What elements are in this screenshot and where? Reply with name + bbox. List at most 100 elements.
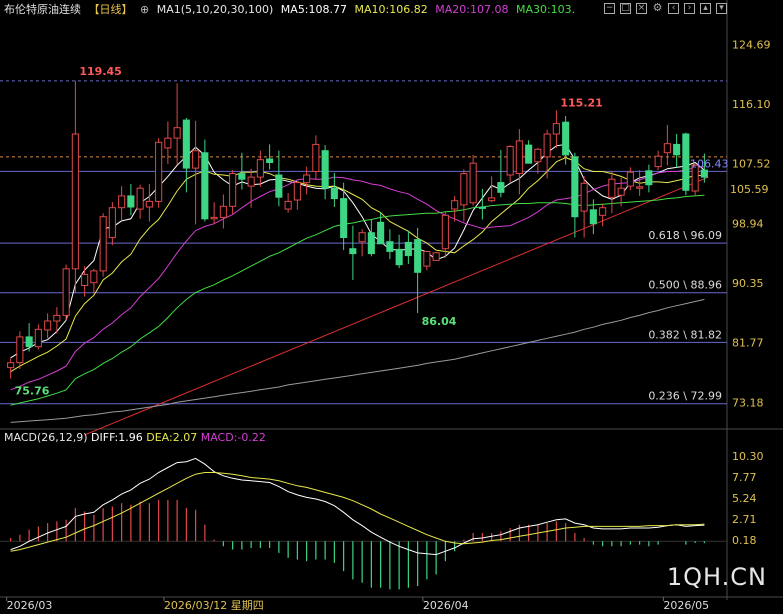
candle-body [303, 174, 311, 184]
macd-tick-label: 10.30 [732, 450, 764, 463]
right-arrow-icon[interactable]: › [684, 3, 695, 14]
minimize-icon[interactable]: − [604, 3, 615, 14]
fibonacci-label: 0.500 \ 88.96 [648, 279, 722, 292]
ma10-line [10, 157, 705, 373]
candle-body [34, 328, 42, 348]
candle-body [321, 150, 329, 189]
candle-body [663, 143, 671, 154]
candle-body [377, 221, 385, 245]
ma30-value: MA30:103. [515, 3, 576, 16]
candle-body [53, 314, 61, 322]
time-axis-label: 2026/03 [7, 599, 53, 612]
price-tick-label: 124.69 [732, 38, 771, 51]
candle-body [414, 239, 422, 273]
candle-body [488, 197, 496, 202]
fibonacci-label: 0.382 \ 81.82 [648, 328, 722, 341]
fibonacci-label: 0.236 \ 72.99 [648, 390, 722, 403]
macd-value: MACD:-0.22 [200, 431, 266, 444]
candle-body [293, 182, 301, 201]
candle-body [192, 150, 200, 169]
close-price-tag: 105.59 [730, 183, 769, 196]
candle-body [423, 251, 431, 267]
price-tick-label: 116.10 [732, 98, 771, 111]
macd-tick-label: 0.18 [732, 534, 757, 547]
candle-body [673, 143, 681, 156]
candle-body [682, 133, 690, 191]
candle-body [136, 187, 144, 210]
candle-body [7, 362, 15, 369]
candle-body [478, 206, 486, 209]
down-icon[interactable]: ▾ [716, 3, 727, 14]
candle-body [164, 137, 172, 149]
candle-body [118, 195, 126, 209]
macd-header: MACD(26,12,9) DIFF:1.96 DEA:2.07 MACD:-0… [4, 430, 266, 446]
up-icon[interactable]: ▴ [700, 3, 711, 14]
candle-body [219, 205, 227, 218]
candle-body [626, 171, 634, 187]
ma10-value: MA10:106.82 [354, 3, 428, 16]
candle-body [543, 133, 551, 158]
current-price-tag: 106.43 [690, 157, 729, 170]
low-annotation-mid: 86.04 [422, 315, 457, 328]
candle-body [127, 195, 135, 208]
candle-body [571, 156, 579, 218]
candle-body [173, 127, 181, 139]
candle-body [654, 155, 662, 168]
candle-body [312, 143, 320, 172]
candle-body [266, 158, 274, 163]
candle-body [395, 248, 403, 266]
ma-params: MA1(5,10,20,30,100) [156, 3, 274, 16]
candle-body [580, 182, 588, 212]
candle-body [617, 187, 625, 196]
candle-body [210, 216, 218, 220]
candle-body [636, 186, 644, 189]
candle-body [506, 146, 514, 176]
watermark: 1QH.CN [666, 563, 767, 591]
macd-tick-label: 5.24 [732, 492, 757, 505]
compare-icon[interactable]: ⊕ [140, 3, 149, 16]
high-annotation-left: 119.45 [79, 65, 121, 78]
instrument-name: 布伦特原油连续 [4, 3, 81, 16]
price-tick-label: 90.35 [732, 277, 764, 290]
candle-body [81, 273, 89, 286]
gear-icon[interactable]: ⚙ [652, 2, 663, 14]
candle-body [90, 270, 98, 284]
candle-body [589, 209, 597, 225]
candle-body [451, 200, 459, 210]
candle-body [562, 121, 570, 156]
candle-body [469, 162, 477, 204]
candle-body [155, 141, 163, 202]
macd-tick-label: 2.71 [732, 513, 757, 526]
price-tick-label: 73.18 [732, 396, 764, 409]
left-arrow-icon[interactable]: ‹ [668, 3, 679, 14]
candle-body [330, 187, 338, 200]
period-selector[interactable]: 【日线】 [89, 3, 133, 16]
candle-body [340, 198, 348, 239]
ma20-value: MA20:107.08 [435, 3, 509, 16]
candle-body [108, 207, 116, 239]
ma20-line [10, 166, 705, 391]
candle-body [62, 268, 70, 316]
candle-body [358, 232, 366, 243]
ma5-value: MA5:108.77 [280, 3, 348, 16]
candle-body [201, 152, 209, 220]
candle-body [432, 252, 440, 261]
candle-body [386, 241, 394, 252]
low-annotation-left: 75.76 [15, 384, 50, 397]
time-axis-label: 2026/04 [423, 599, 469, 612]
candle-body [71, 133, 79, 270]
candle-body [238, 173, 246, 180]
close-icon[interactable]: × [636, 3, 647, 14]
candle-body [645, 170, 653, 186]
price-chart[interactable]: 0.618 \ 96.09 0.500 \ 88.96 0.382 \ 81.82 0… [0, 0, 783, 614]
expand-icon[interactable]: □ [620, 3, 631, 14]
candle-body [599, 207, 607, 216]
candle-body [16, 336, 24, 364]
candle-body [349, 248, 357, 255]
candle-body [182, 119, 190, 169]
candle-body [525, 144, 533, 164]
candle-body [515, 140, 523, 175]
candle-body [460, 173, 468, 206]
candle-body [99, 216, 107, 272]
candle-body [534, 148, 542, 163]
